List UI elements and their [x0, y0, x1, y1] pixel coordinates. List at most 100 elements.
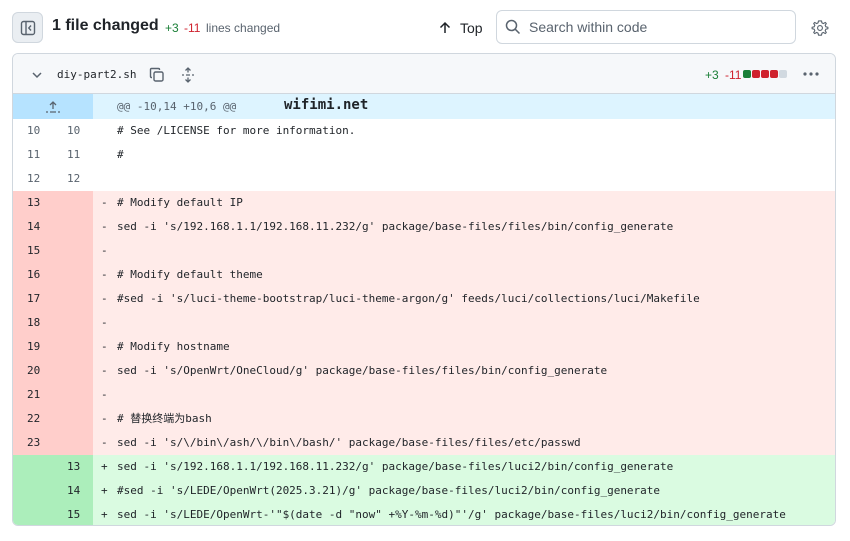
gear-icon: [811, 20, 829, 36]
code-line: #: [117, 148, 124, 161]
collapse-file-button[interactable]: [27, 65, 47, 85]
diff-marker: -: [101, 244, 108, 257]
old-line-number[interactable]: 15: [13, 239, 53, 263]
old-line-number[interactable]: 18: [13, 311, 53, 335]
diff-marker: -: [101, 364, 108, 377]
diff-line-del[interactable]: 23 - sed -i 's/\/bin\/ash/\/bin\/bash/' pa…: [13, 431, 835, 455]
old-line-number[interactable]: 21: [13, 383, 53, 407]
diff-line-del[interactable]: 16 - # Modify default theme: [13, 263, 835, 287]
diff-marker: -: [101, 388, 108, 401]
code-line: sed -i 's/\/bin\/ash/\/bin\/bash/' packa…: [117, 436, 581, 449]
code-line: # Modify default IP: [117, 196, 243, 209]
diff-marker: -: [101, 220, 108, 233]
code-line: sed -i 's/LEDE/OpenWrt-'"$(date -d "now"…: [117, 508, 786, 521]
new-line-number[interactable]: [53, 383, 93, 407]
new-line-number[interactable]: [53, 431, 93, 455]
diffstat-square: [779, 70, 787, 78]
code-line: # Modify default theme: [117, 268, 263, 281]
old-line-number[interactable]: 19: [13, 335, 53, 359]
new-line-number[interactable]: [53, 311, 93, 335]
file-options-button[interactable]: [799, 64, 823, 84]
diffstat-bar: [743, 70, 787, 78]
copy-path-button[interactable]: [147, 65, 167, 85]
deletions-count: -11: [184, 21, 201, 35]
kebab-horizontal-icon: [803, 72, 819, 76]
new-line-number[interactable]: 12: [53, 167, 93, 191]
new-line-number[interactable]: 14: [53, 479, 93, 503]
old-line-number[interactable]: 16: [13, 263, 53, 287]
diff-marker: +: [101, 508, 108, 521]
diff-marker: -: [101, 340, 108, 353]
new-line-number[interactable]: 10: [53, 119, 93, 143]
code-line: #sed -i 's/LEDE/OpenWrt(2025.3.21)/g' pa…: [117, 484, 661, 497]
diff-marker: -: [101, 412, 108, 425]
settings-button[interactable]: [808, 16, 832, 40]
diff-line-del[interactable]: 19 - # Modify hostname: [13, 335, 835, 359]
old-line-number[interactable]: [13, 479, 53, 503]
diff-line-del[interactable]: 22 - # 替换终端为bash: [13, 407, 835, 431]
new-line-number[interactable]: [53, 239, 93, 263]
diff-line-ctx[interactable]: 11 11 #: [13, 143, 835, 167]
expand-up-button[interactable]: [13, 94, 93, 119]
old-line-number[interactable]: 22: [13, 407, 53, 431]
expand-all-button[interactable]: [178, 65, 198, 85]
old-line-number[interactable]: 23: [13, 431, 53, 455]
sidebar-collapse-icon: [20, 20, 35, 35]
new-line-number[interactable]: 15: [53, 503, 93, 525]
code-line: # Modify hostname: [117, 340, 230, 353]
diff-line-del[interactable]: 18 -: [13, 311, 835, 335]
diff-line-del[interactable]: 14 - sed -i 's/192.168.1.1/192.168.11.232/…: [13, 215, 835, 239]
new-line-number[interactable]: [53, 263, 93, 287]
diff-line-ctx[interactable]: 12 12: [13, 167, 835, 191]
new-line-number[interactable]: [53, 335, 93, 359]
unfold-icon: [182, 67, 194, 83]
code-line: # 替换终端为bash: [117, 412, 212, 425]
diff-marker: +: [101, 484, 108, 497]
code-search-box[interactable]: [496, 10, 796, 44]
new-line-number[interactable]: [53, 287, 93, 311]
diff-line-del[interactable]: 21 -: [13, 383, 835, 407]
diff-line-ctx[interactable]: 10 10 # See /LICENSE for more information.: [13, 119, 835, 143]
diff-toolbar: 1 file changed +3 -11 lines changed Top: [0, 0, 850, 54]
diff-line-add[interactable]: 13 + sed -i 's/192.168.1.1/192.168.11.232/…: [13, 455, 835, 479]
new-line-number[interactable]: 13: [53, 455, 93, 479]
new-line-number[interactable]: [53, 407, 93, 431]
new-line-number[interactable]: [53, 359, 93, 383]
file-name[interactable]: diy-part2.sh: [57, 68, 136, 81]
diff-line-del[interactable]: 17 - #sed -i 's/luci-theme-bootstrap/luci-…: [13, 287, 835, 311]
old-line-number[interactable]: [13, 455, 53, 479]
new-line-number[interactable]: 11: [53, 143, 93, 167]
code-line: sed -i 's/192.168.1.1/192.168.11.232/g' …: [117, 220, 674, 233]
code-line: sed -i 's/OpenWrt/OneCloud/g' package/ba…: [117, 364, 608, 377]
diffstat-square: [752, 70, 760, 78]
diff-line-del[interactable]: 20 - sed -i 's/OpenWrt/OneCloud/g' package…: [13, 359, 835, 383]
top-button[interactable]: Top: [432, 14, 489, 42]
lines-changed-label: lines changed: [206, 21, 281, 35]
old-line-number[interactable]: 12: [13, 167, 53, 191]
file-deletions: -11: [725, 68, 742, 82]
sidebar-toggle-button[interactable]: [12, 12, 43, 43]
old-line-number[interactable]: 10: [13, 119, 53, 143]
diff-marker: -: [101, 196, 108, 209]
hunk-range: @@ -10,14 +10,6 @@: [117, 100, 237, 113]
diff-line-add[interactable]: 15 + sed -i 's/LEDE/OpenWrt-'"$(date -d "n…: [13, 503, 835, 525]
new-line-number[interactable]: [53, 215, 93, 239]
diff-line-add[interactable]: 14 + #sed -i 's/LEDE/OpenWrt(2025.3.21)/g'…: [13, 479, 835, 503]
expand-up-icon: [46, 100, 60, 113]
diff-lines: 10 10 # See /LICENSE for more information.…: [13, 119, 835, 525]
diff-marker: +: [101, 460, 108, 473]
old-line-number[interactable]: [13, 503, 53, 525]
old-line-number[interactable]: 11: [13, 143, 53, 167]
file-additions: +3: [705, 68, 719, 82]
old-line-number[interactable]: 13: [13, 191, 53, 215]
diff-marker: -: [101, 436, 108, 449]
old-line-number[interactable]: 14: [13, 215, 53, 239]
diffstat-square: [761, 70, 769, 78]
diff-line-del[interactable]: 15 -: [13, 239, 835, 263]
top-button-label: Top: [460, 20, 483, 36]
new-line-number[interactable]: [53, 191, 93, 215]
old-line-number[interactable]: 17: [13, 287, 53, 311]
code-search-input[interactable]: [529, 19, 779, 35]
diff-line-del[interactable]: 13 - # Modify default IP: [13, 191, 835, 215]
old-line-number[interactable]: 20: [13, 359, 53, 383]
